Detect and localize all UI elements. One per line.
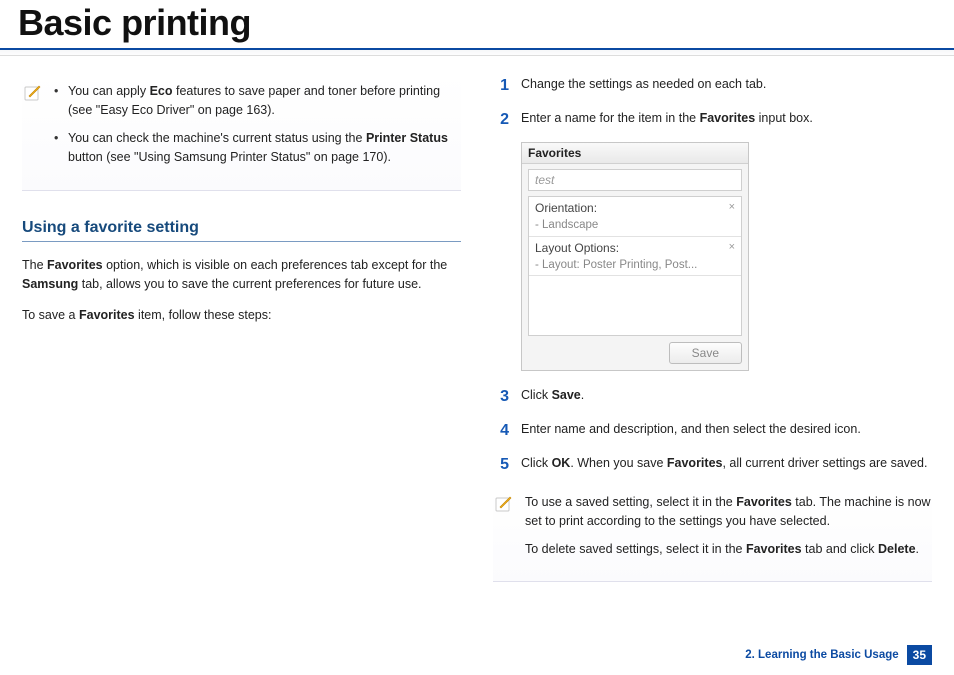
left-column: You can apply Eco features to save paper… <box>22 74 461 610</box>
step-1: 1 Change the settings as needed on each … <box>493 74 932 98</box>
step-number: 1 <box>493 74 509 98</box>
step-number: 2 <box>493 108 509 132</box>
favorites-name-input[interactable]: test <box>528 169 742 191</box>
panel-row-value: - Layout: Poster Printing, Post... <box>535 259 697 271</box>
step-text: Click Save. <box>521 385 932 409</box>
page-footer: 2. Learning the Basic Usage 35 <box>745 645 932 665</box>
save-button[interactable]: Save <box>669 342 742 364</box>
step-5: 5 Click OK. When you save Favorites, all… <box>493 453 932 477</box>
favorites-panel-footer: Save <box>522 336 748 370</box>
step-number: 3 <box>493 385 509 409</box>
step-number: 5 <box>493 453 509 477</box>
step-text: Click OK. When you save Favorites, all c… <box>521 453 932 477</box>
right-column: 1 Change the settings as needed on each … <box>493 74 932 610</box>
note-icon <box>493 493 515 567</box>
favorites-steps-intro: To save a Favorites item, follow these s… <box>22 306 461 325</box>
note-body: To use a saved setting, select it in the… <box>525 493 932 567</box>
note-item-eco: You can apply Eco features to save paper… <box>54 82 461 121</box>
panel-row-label: Orientation: <box>535 201 597 215</box>
note-box-eco: You can apply Eco features to save paper… <box>22 74 461 191</box>
content-columns: You can apply Eco features to save paper… <box>0 62 954 610</box>
section-heading-favorite: Using a favorite setting <box>22 219 461 242</box>
note-body: You can apply Eco features to save paper… <box>54 82 461 176</box>
note-delete-saved: To delete saved settings, select it in t… <box>525 540 932 559</box>
note-item-status: You can check the machine's current stat… <box>54 129 461 168</box>
close-icon[interactable]: × <box>729 200 735 215</box>
chapter-label: 2. Learning the Basic Usage <box>745 649 898 661</box>
favorites-settings-list: Orientation: × - Landscape Layout Option… <box>528 196 742 336</box>
note-use-saved: To use a saved setting, select it in the… <box>525 493 932 532</box>
step-number: 4 <box>493 419 509 443</box>
note-icon <box>22 82 44 176</box>
step-text: Enter name and description, and then sel… <box>521 419 932 443</box>
panel-row-label: Layout Options: <box>535 241 619 255</box>
panel-row-orientation[interactable]: Orientation: × - Landscape <box>529 197 741 237</box>
panel-row-layout[interactable]: Layout Options: × - Layout: Poster Print… <box>529 237 741 277</box>
page-number: 35 <box>907 645 932 665</box>
favorites-intro: The Favorites option, which is visible o… <box>22 256 461 295</box>
step-4: 4 Enter name and description, and then s… <box>493 419 932 443</box>
close-icon[interactable]: × <box>729 240 735 255</box>
note-box-use-saved: To use a saved setting, select it in the… <box>493 491 932 582</box>
page-header: Basic printing <box>0 0 954 48</box>
step-text: Change the settings as needed on each ta… <box>521 74 932 98</box>
page-title: Basic printing <box>18 2 954 44</box>
step-3: 3 Click Save. <box>493 385 932 409</box>
panel-row-value: - Landscape <box>535 219 598 231</box>
header-underline <box>0 48 954 56</box>
step-text: Enter a name for the item in the Favorit… <box>521 108 932 132</box>
favorites-panel-title: Favorites <box>522 143 748 164</box>
step-2: 2 Enter a name for the item in the Favor… <box>493 108 932 132</box>
favorites-panel: Favorites test Orientation: × - Landscap… <box>521 142 749 371</box>
